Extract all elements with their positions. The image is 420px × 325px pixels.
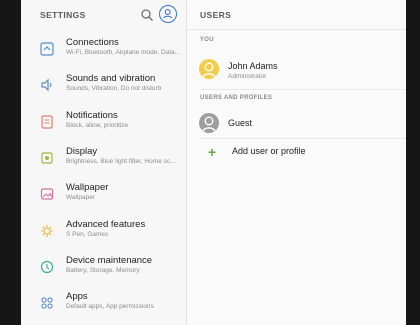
menu-label: Sounds and vibration (66, 73, 156, 84)
menu-item-notifications[interactable]: Notifications Block, allow, prioritize (21, 110, 186, 144)
menu-label: Advanced features (66, 219, 146, 230)
menu-subtitle: Wallpaper (66, 194, 96, 201)
tablet-bezel-left (0, 0, 21, 325)
sound-icon (39, 77, 55, 93)
menu-subtitle: Wi-Fi, Bluetooth, Airplane mode, Data... (66, 49, 181, 56)
menu-label: Notifications (66, 110, 118, 121)
menu-label: Device maintenance (66, 255, 153, 266)
apps-icon (39, 295, 55, 311)
menu-label: Connections (66, 37, 119, 48)
device-maintenance-icon (39, 259, 55, 275)
avatar (199, 113, 219, 133)
users-pane: USERS YOU John Adams Administrator USERS… (187, 0, 406, 325)
divider (200, 138, 406, 139)
menu-item-apps[interactable]: Apps Default apps, App permissions (21, 291, 186, 325)
notifications-icon (39, 114, 55, 130)
section-label-you: YOU (200, 37, 214, 43)
menu-subtitle: Battery, Storage, Memory (66, 267, 140, 274)
account-icon[interactable] (159, 5, 177, 23)
search-icon[interactable] (140, 8, 154, 22)
menu-item-device-maintenance[interactable]: Device maintenance Battery, Storage, Mem… (21, 255, 186, 289)
plus-icon: + (207, 144, 217, 160)
settings-title: SETTINGS (40, 10, 86, 20)
user-name: Guest (228, 118, 253, 128)
menu-item-wallpaper[interactable]: Wallpaper Wallpaper (21, 182, 186, 216)
menu-label: Wallpaper (66, 182, 109, 193)
users-title: USERS (200, 10, 232, 20)
user-role: Administrator (228, 73, 267, 80)
settings-pane: SETTINGS Connections Wi-Fi, Bluetooth, A… (21, 0, 187, 325)
menu-subtitle: Brightness, Blue light filter, Home sc..… (66, 158, 176, 165)
menu-item-sounds[interactable]: Sounds and vibration Sounds, Vibration, … (21, 73, 186, 107)
menu-label: Display (66, 146, 98, 157)
user-name: John Adams (228, 61, 278, 71)
add-user-button[interactable]: + Add user or profile (187, 143, 406, 173)
settings-header: SETTINGS (21, 0, 186, 30)
menu-item-advanced-features[interactable]: Advanced features S Pen, Games (21, 219, 186, 253)
menu-subtitle: Block, allow, prioritize (66, 122, 129, 129)
menu-label: Apps (66, 291, 88, 302)
tablet-bezel-right (406, 0, 420, 325)
avatar (199, 59, 219, 79)
section-label-profiles: USERS AND PROFILES (200, 95, 273, 101)
display-icon (39, 150, 55, 166)
divider (200, 89, 406, 90)
menu-subtitle: Sounds, Vibration, Do not disturb (66, 85, 162, 92)
advanced-features-icon (39, 223, 55, 239)
menu-subtitle: S Pen, Games (66, 231, 109, 238)
add-user-label: Add user or profile (232, 146, 306, 156)
wallpaper-icon (39, 186, 55, 202)
menu-subtitle: Default apps, App permissions (66, 303, 154, 310)
connections-icon (39, 41, 55, 57)
tablet-screen: SETTINGS Connections Wi-Fi, Bluetooth, A… (21, 0, 406, 325)
divider (187, 29, 406, 30)
user-row-owner[interactable]: John Adams Administrator (187, 58, 406, 88)
menu-item-connections[interactable]: Connections Wi-Fi, Bluetooth, Airplane m… (21, 37, 186, 71)
menu-item-display[interactable]: Display Brightness, Blue light filter, H… (21, 146, 186, 180)
